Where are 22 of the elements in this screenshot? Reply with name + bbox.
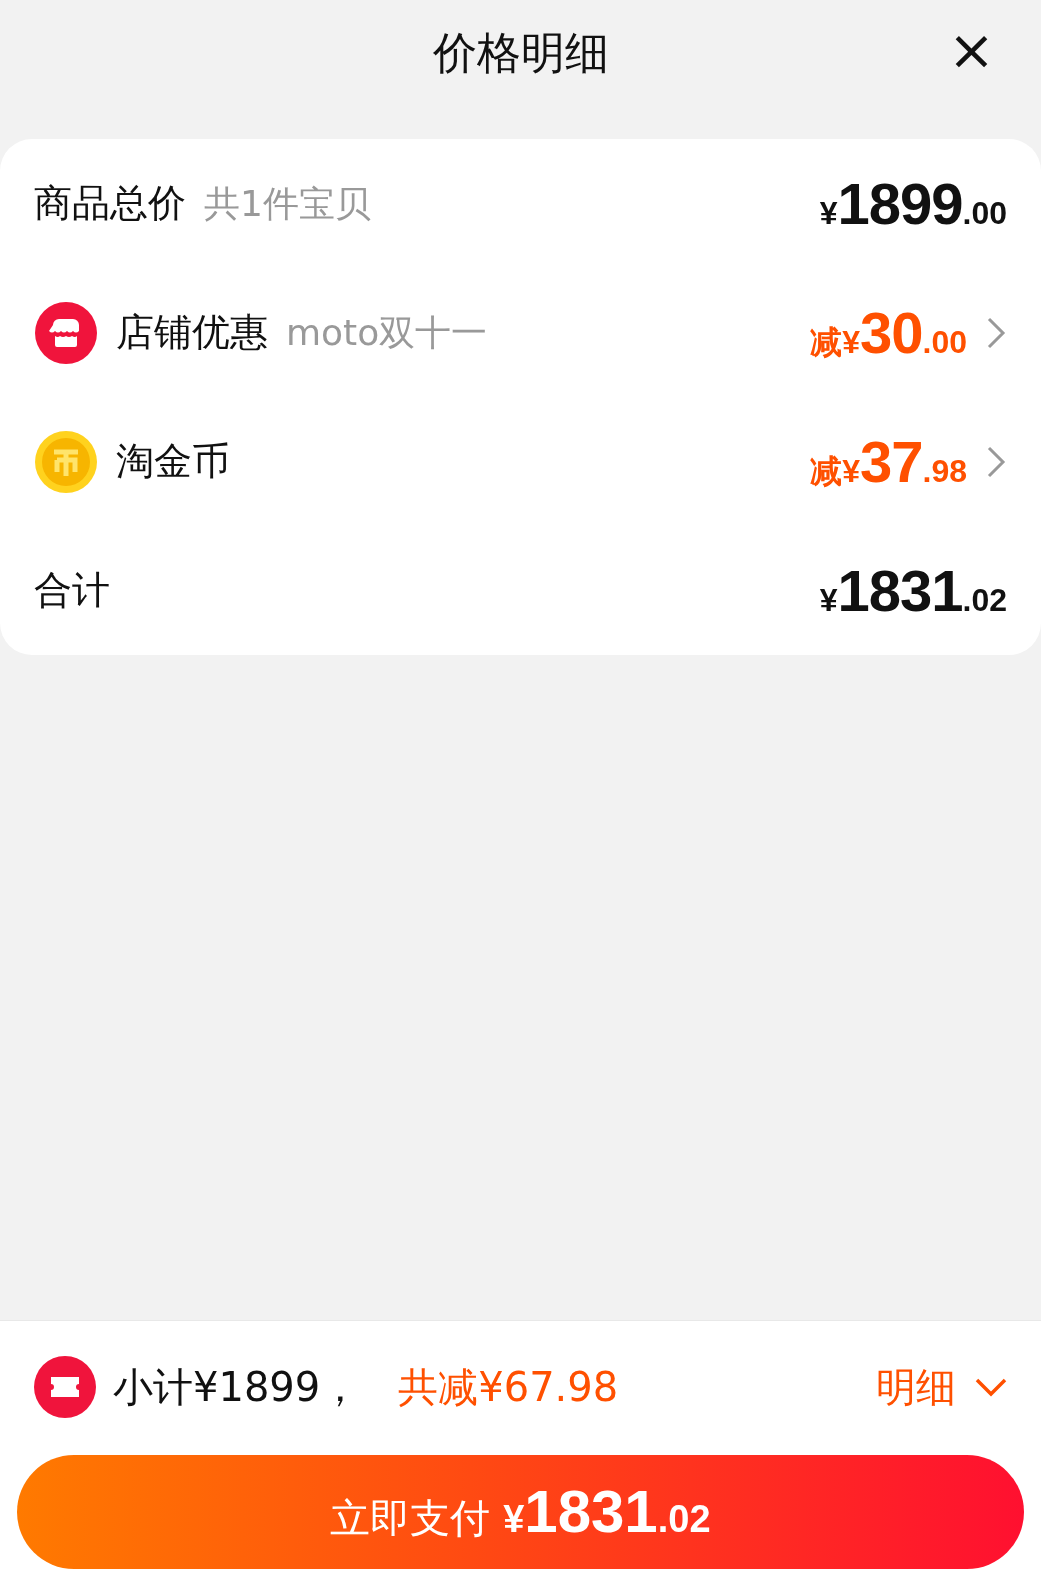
caret-down-icon[interactable] bbox=[974, 1376, 1008, 1398]
discount-amount: 减¥30.00 bbox=[810, 299, 967, 367]
details-toggle[interactable]: 明细 bbox=[876, 1357, 1008, 1417]
chevron-right-icon[interactable] bbox=[985, 444, 1007, 479]
pay-button[interactable]: 立即支付 ¥1831.02 bbox=[17, 1455, 1024, 1569]
savings-text: 共减¥67.98 bbox=[398, 1363, 619, 1412]
price-amount: ¥1899.00 bbox=[819, 170, 1007, 238]
shop-icon bbox=[34, 300, 98, 365]
row-note: 共1件宝贝 bbox=[204, 181, 371, 226]
chevron-right-icon[interactable] bbox=[985, 315, 1007, 350]
row-note: moto双十一 bbox=[286, 310, 488, 355]
subtotal-text: 小计¥1899， bbox=[113, 1363, 361, 1412]
discount-amount: 减¥37.98 bbox=[810, 428, 967, 496]
ticket-icon bbox=[33, 1355, 97, 1419]
coin-icon bbox=[34, 429, 98, 494]
row-label: 商品总价 bbox=[34, 180, 186, 227]
close-button[interactable]: × bbox=[942, 22, 1001, 78]
row-label: 淘金币 bbox=[116, 438, 230, 485]
sheet-title: 价格明细 bbox=[432, 26, 609, 80]
row-label: 合计 bbox=[34, 567, 110, 614]
row-label: 店铺优惠 bbox=[116, 309, 268, 356]
price-amount: ¥1831.02 bbox=[819, 557, 1007, 625]
